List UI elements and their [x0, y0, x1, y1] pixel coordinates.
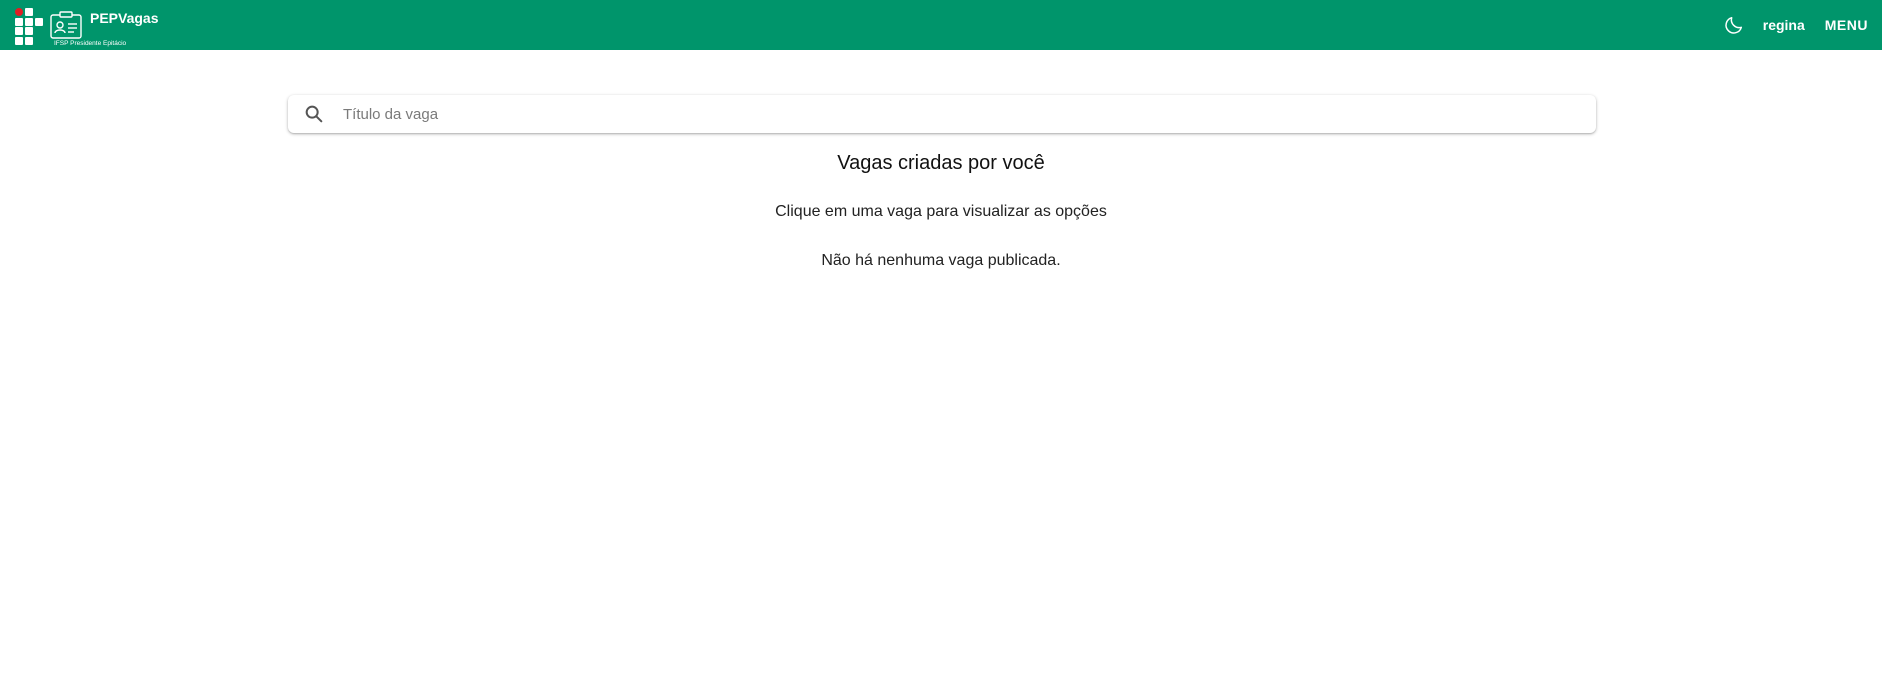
brand[interactable]: PEPVagas IFSP Presidente Epitácio [15, 0, 159, 50]
brand-text: PEPVagas IFSP Presidente Epitácio [54, 3, 159, 48]
search-bar [288, 95, 1596, 133]
search-icon[interactable] [303, 103, 325, 125]
instruction-text: Clique em uma vaga para visualizar as op… [775, 203, 1107, 220]
menu-button[interactable]: MENU [1825, 17, 1868, 33]
id-badge-icon [50, 11, 82, 39]
brand-subtitle: IFSP Presidente Epitácio [54, 39, 127, 47]
moon-icon[interactable] [1723, 14, 1745, 36]
user-name-button[interactable]: regina [1763, 17, 1805, 33]
empty-state-message: Não há nenhuma vaga publicada. [821, 252, 1061, 269]
top-app-bar: PEPVagas IFSP Presidente Epitácio regina… [0, 0, 1882, 50]
page-title: Vagas criadas por você [837, 152, 1045, 174]
header-actions: regina MENU [1723, 0, 1868, 50]
brand-title: PEPVagas [90, 9, 159, 26]
if-logo-icon [15, 8, 43, 45]
search-input[interactable] [341, 104, 1565, 124]
